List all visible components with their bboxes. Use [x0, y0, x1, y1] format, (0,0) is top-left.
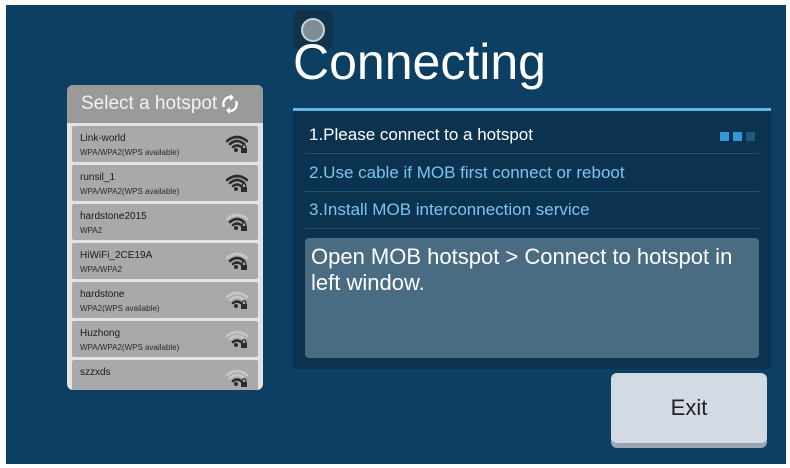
hotspot-item[interactable]: HiWiFi_2CE19A WPA/WPA2	[72, 243, 258, 279]
progress-indicator	[720, 132, 755, 141]
wifi-lock-icon	[226, 174, 248, 192]
hotspot-list[interactable]: Link-world WPA/WPA2(WPS available) runsil_…	[67, 123, 263, 390]
hotspot-panel: Select a hotspot Link-world WPA/WPA2(WPS …	[67, 85, 263, 390]
hotspot-name: runsil_1	[80, 172, 116, 183]
hotspot-item[interactable]: hardstone2015 WPA2	[72, 204, 258, 240]
hotspot-security: WPA/WPA2(WPS available)	[80, 343, 180, 352]
hotspot-item[interactable]: szzxds	[72, 360, 258, 390]
instruction-text: Open MOB hotspot > Connect to hotspot in…	[311, 244, 733, 295]
step-3: 3.Install MOB interconnection service	[309, 200, 590, 219]
hotspot-item[interactable]: runsil_1 WPA/WPA2(WPS available)	[72, 165, 258, 201]
hotspot-security: WPA2	[80, 226, 103, 235]
refresh-icon[interactable]	[221, 94, 239, 114]
app-screen: Connecting Select a hotspot Link-world WP…	[6, 5, 786, 464]
wifi-lock-icon	[226, 330, 248, 348]
step-2: 2.Use cable if MOB first connect or rebo…	[309, 163, 625, 182]
progress-dot	[746, 132, 755, 141]
hotspot-name: HiWiFi_2CE19A	[80, 250, 153, 261]
hotspot-item[interactable]: hardstone WPA2(WPS available)	[72, 282, 258, 318]
hotspot-security: WPA2(WPS available)	[80, 304, 160, 313]
exit-button[interactable]: Exit	[611, 373, 767, 443]
hotspot-header: Select a hotspot	[67, 85, 263, 123]
hotspot-security: WPA/WPA2(WPS available)	[80, 187, 180, 196]
step-1: 1.Please connect to a hotspot	[309, 125, 533, 144]
hotspot-name: Link-world	[80, 133, 126, 144]
hotspot-header-label: Select a hotspot	[81, 93, 218, 114]
wifi-lock-icon	[226, 252, 248, 270]
divider	[305, 191, 759, 192]
divider	[305, 153, 759, 154]
steps-panel: 1.Please connect to a hotspot 2.Use cabl…	[293, 108, 771, 369]
instruction-box: Open MOB hotspot > Connect to hotspot in…	[305, 238, 759, 358]
hotspot-item[interactable]: Link-world WPA/WPA2(WPS available)	[72, 126, 258, 162]
hotspot-security: WPA/WPA2(WPS available)	[80, 148, 180, 157]
hotspot-name: Huzhong	[80, 328, 121, 339]
divider	[305, 228, 759, 229]
hotspot-security: WPA/WPA2	[80, 265, 122, 274]
hotspot-name: szzxds	[80, 367, 111, 378]
hotspot-item[interactable]: Huzhong WPA/WPA2(WPS available)	[72, 321, 258, 357]
page-title: Connecting	[293, 34, 546, 90]
wifi-lock-icon	[226, 291, 248, 309]
hotspot-name: hardstone	[80, 289, 125, 300]
progress-dot	[733, 132, 742, 141]
wifi-lock-icon	[226, 369, 248, 387]
hotspot-name: hardstone2015	[80, 211, 147, 222]
wifi-lock-icon	[226, 213, 248, 231]
wifi-lock-icon	[226, 135, 248, 153]
progress-dot	[720, 132, 729, 141]
